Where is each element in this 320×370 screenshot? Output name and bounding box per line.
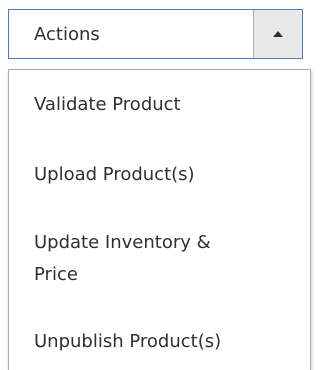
menu-item-unpublish-products[interactable]: Unpublish Product(s) (34, 326, 284, 358)
menu-item-upload-products[interactable]: Upload Product(s) (34, 159, 284, 191)
actions-label: Actions (34, 23, 100, 45)
menu-item-update-inventory-price[interactable]: Update Inventory & Price (34, 227, 259, 291)
menu-item-validate-product[interactable]: Validate Product (34, 89, 284, 121)
page: Actions Validate Product Upload Product(… (0, 0, 312, 370)
actions-menu: Validate Product Upload Product(s) Updat… (8, 69, 311, 370)
actions-dropdown[interactable]: Actions (8, 9, 303, 59)
dropdown-toggle-button[interactable] (253, 10, 302, 58)
caret-up-icon (273, 31, 283, 37)
